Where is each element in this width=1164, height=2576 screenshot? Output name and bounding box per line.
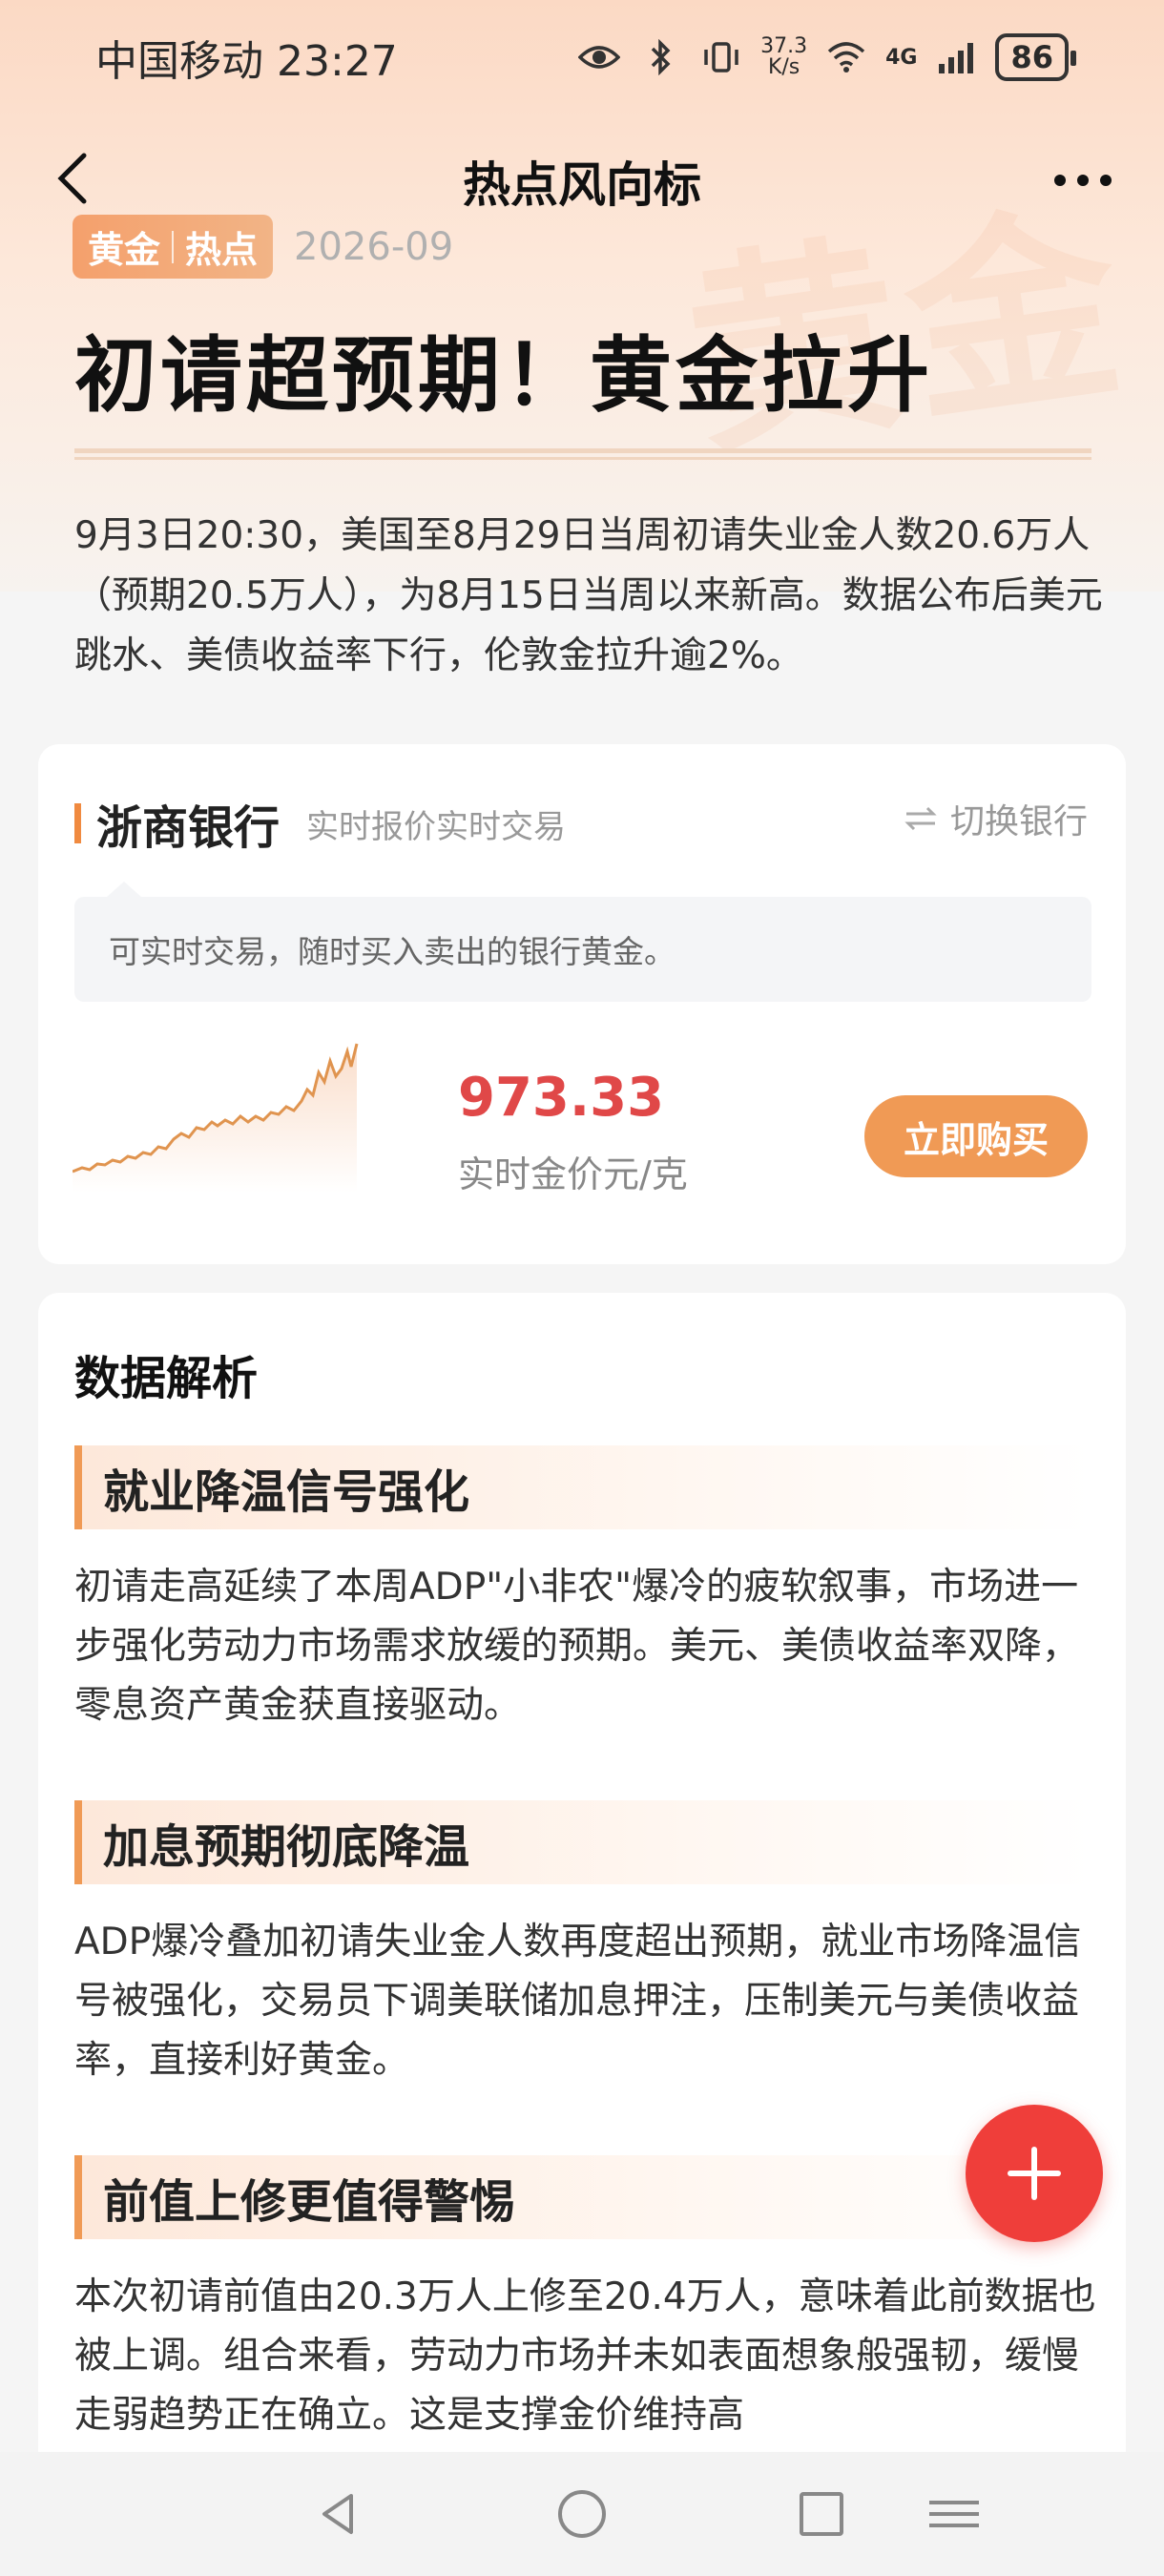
section-heading: 就业降温信号强化 bbox=[74, 1445, 1091, 1529]
system-recent-apps-icon[interactable] bbox=[800, 2492, 843, 2536]
eye-icon bbox=[577, 38, 621, 76]
system-home-icon[interactable] bbox=[558, 2490, 606, 2538]
bank-name: 浙商银行 bbox=[96, 801, 281, 855]
switch-bank-label: 切换银行 bbox=[949, 802, 1088, 841]
accent-bar bbox=[74, 803, 81, 843]
network-type: 4G bbox=[885, 45, 918, 70]
gold-price: 973.33 bbox=[458, 1067, 665, 1129]
bluetooth-icon bbox=[638, 38, 682, 76]
switch-arrows-icon bbox=[904, 806, 937, 831]
summary-text: 9月3日20:30，美国至8月29日当周初请失业金人数20.6万人（预期20.5… bbox=[74, 514, 1103, 677]
section-body: 本次初请前值由20.3万人上修至20.4万人，意味着此前数据也被上调。组合来看，… bbox=[74, 2275, 1096, 2437]
headline-divider bbox=[74, 448, 1091, 460]
switch-bank-button[interactable]: 切换银行 bbox=[904, 794, 1088, 843]
status-bar: 中国移动 23:27 37.3 K/s 4G 86 bbox=[0, 0, 1164, 114]
bank-hint: 可实时交易，随时买入卖出的银行黄金。 bbox=[74, 882, 1091, 1002]
bank-subtitle: 实时报价实时交易 bbox=[306, 807, 567, 846]
system-menu-icon[interactable] bbox=[925, 2495, 983, 2533]
buy-now-button[interactable]: 立即购买 bbox=[864, 1095, 1088, 1177]
section-heading: 加息预期彻底降温 bbox=[74, 1800, 1091, 1884]
headline: 初请超预期！黄金拉升 bbox=[74, 328, 933, 424]
tag-hot: 热点 bbox=[185, 229, 259, 271]
vibrate-icon bbox=[699, 38, 743, 76]
net-speed-unit: K/s bbox=[767, 55, 800, 79]
tag-gold: 黄金 bbox=[88, 229, 161, 271]
clock: 23:27 bbox=[277, 37, 398, 86]
tag-divider bbox=[172, 230, 175, 263]
category-tag: 黄金 热点 bbox=[73, 215, 274, 279]
section-body: ADP爆冷叠加初请失业金人数再度超出预期，就业市场降温信号被强化，交易员下调美联… bbox=[74, 1921, 1082, 2082]
system-nav-bar bbox=[0, 2452, 1164, 2576]
gold-price-sparkline bbox=[73, 1043, 359, 1193]
analysis-card: 数据解析 就业降温信号强化 初请走高延续了本周ADP"小非农"爆冷的疲软叙事，市… bbox=[38, 1293, 1126, 2576]
article-header: 黄金 热点 2026-09 初请超预期！黄金拉升 9月3日20:30，美国至8月… bbox=[38, 167, 1126, 739]
carrier-label: 中国移动 bbox=[95, 37, 263, 86]
wifi-icon bbox=[824, 38, 868, 76]
net-speed: 37.3 K/s bbox=[760, 36, 807, 78]
system-back-icon[interactable] bbox=[315, 2490, 363, 2538]
section-heading: 前值上修更值得警惕 bbox=[74, 2155, 1091, 2239]
article-date: 2026-09 bbox=[294, 224, 454, 269]
plus-icon[interactable] bbox=[966, 2105, 1103, 2242]
bank-quote-card: 浙商银行 实时报价实时交易 切换银行 可实时交易，随时买入卖出的银行黄金。 97… bbox=[38, 744, 1126, 1264]
analysis-title: 数据解析 bbox=[74, 1352, 259, 1405]
signal-icon bbox=[934, 38, 978, 76]
section-body: 初请走高延续了本周ADP"小非农"爆冷的疲软叙事，市场进一步强化劳动力市场需求放… bbox=[74, 1566, 1080, 1727]
battery-indicator: 86 bbox=[995, 33, 1076, 81]
price-unit-label: 实时金价元/克 bbox=[458, 1153, 688, 1195]
